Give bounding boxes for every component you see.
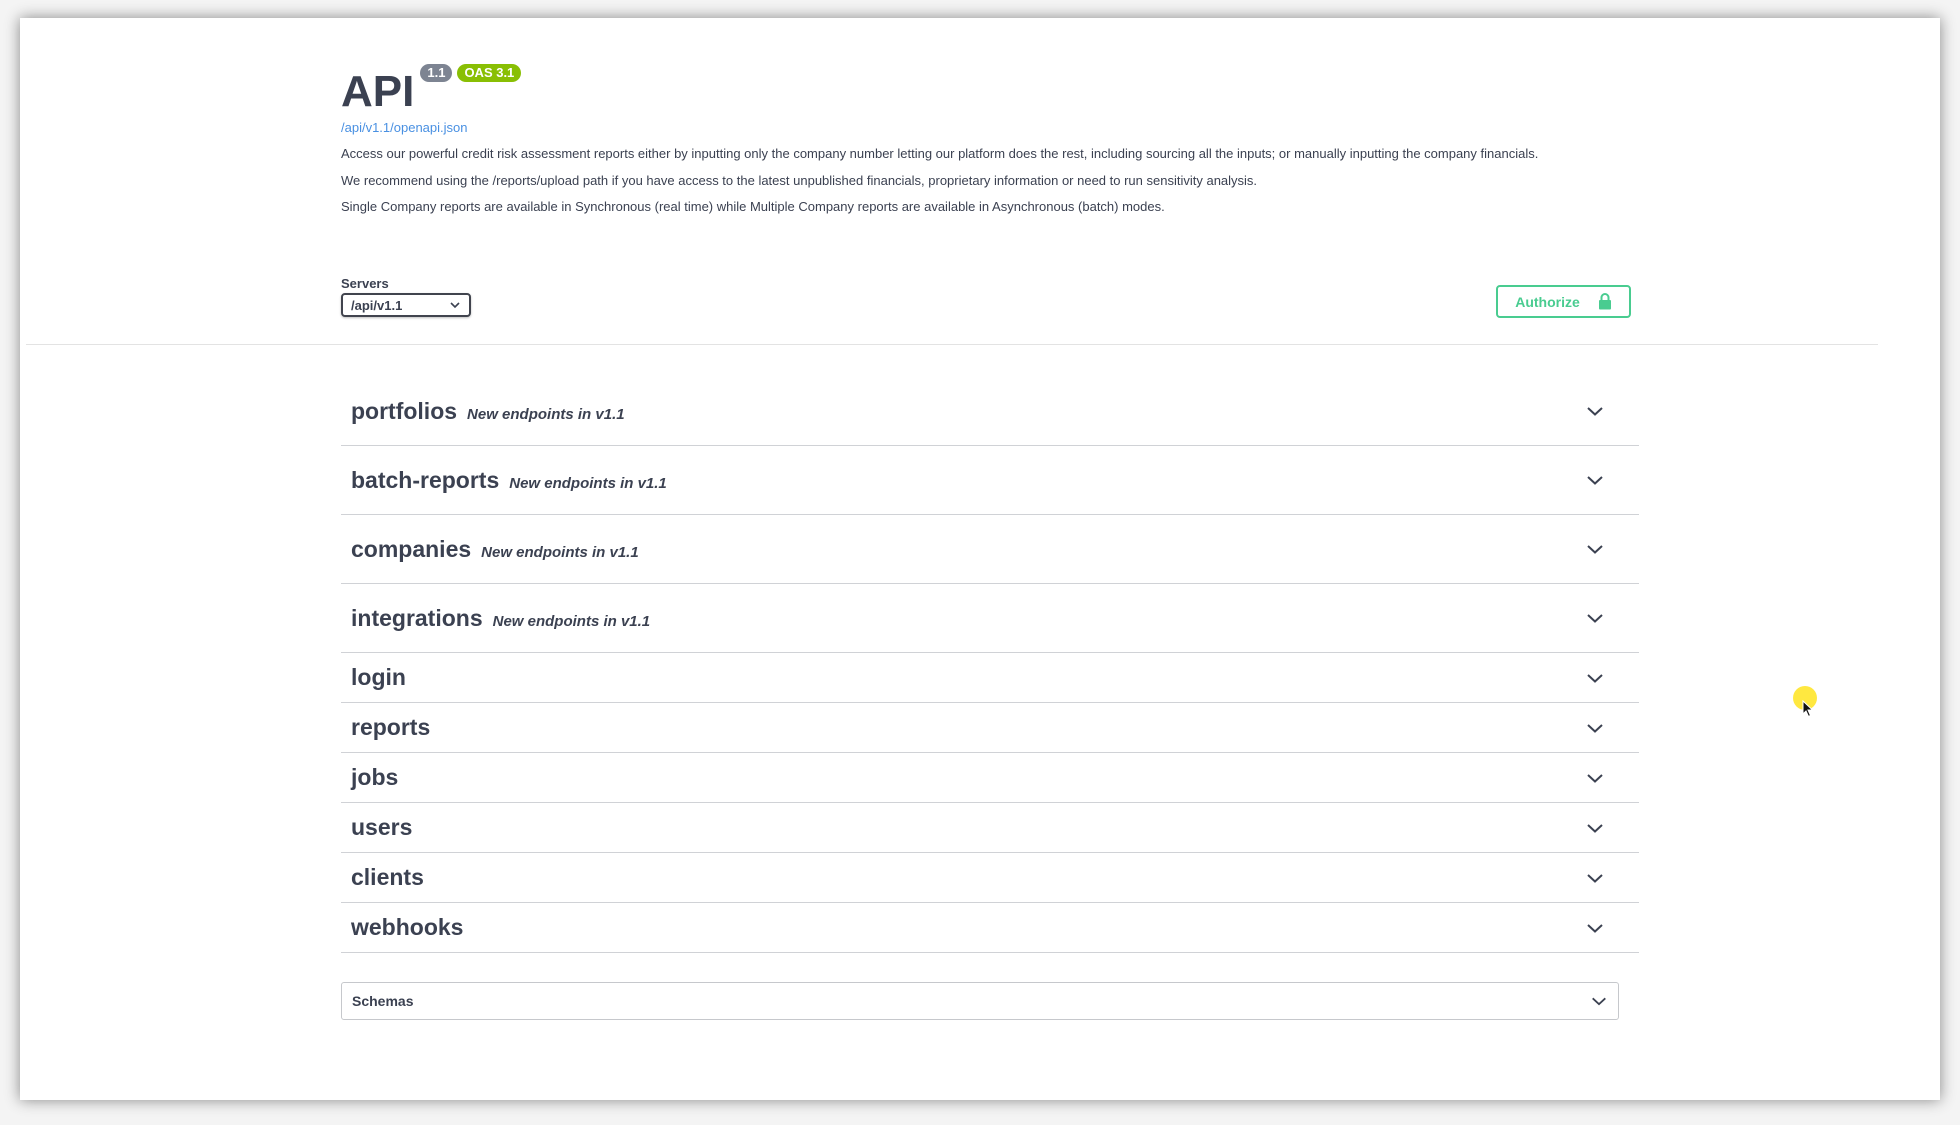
schemas-section[interactable]: Schemas — [341, 982, 1619, 1020]
tag-name: companies — [351, 535, 472, 562]
api-info: API 1.1 OAS 3.1 /api/v1.1/openapi.json A… — [341, 58, 1639, 221]
description-line: Single Company reports are available in … — [341, 199, 1165, 214]
description-line: Access our powerful credit risk assessme… — [341, 146, 1539, 161]
chevron-down-icon[interactable] — [1585, 470, 1605, 490]
authorize-label: Authorize — [1515, 293, 1580, 310]
chevron-down-icon[interactable] — [1585, 818, 1605, 838]
tag-section[interactable]: integrations New endpoints in v1.1 — [341, 584, 1639, 653]
authorize-button[interactable]: Authorize — [1496, 285, 1631, 318]
tag-section[interactable]: login — [341, 653, 1639, 703]
chevron-down-icon — [450, 302, 460, 309]
tag-name: integrations — [351, 604, 483, 631]
tag-name: login — [351, 664, 406, 690]
tag-name: users — [351, 814, 413, 840]
servers-selected-value: /api/v1.1 — [351, 297, 403, 313]
tag-description: New endpoints in v1.1 — [467, 405, 625, 423]
tag-list: portfolios New endpoints in v1.1 batch-r… — [341, 377, 1639, 953]
scheme-container: Servers /api/v1.1 Authorize — [341, 276, 1639, 318]
tag-description: New endpoints in v1.1 — [509, 474, 667, 492]
servers-select[interactable]: /api/v1.1 — [341, 293, 471, 317]
chevron-down-icon[interactable] — [1585, 718, 1605, 738]
servers-label: Servers — [341, 276, 389, 291]
tag-section[interactable]: clients — [341, 853, 1639, 903]
tag-name: reports — [351, 714, 431, 740]
tag-name: batch-reports — [351, 466, 500, 493]
chevron-down-icon[interactable] — [1590, 992, 1608, 1010]
oas-badge: OAS 3.1 — [457, 64, 522, 82]
spec-link[interactable]: /api/v1.1/openapi.json — [341, 120, 1639, 135]
chevron-down-icon[interactable] — [1585, 918, 1605, 938]
tag-name: webhooks — [351, 914, 464, 940]
tag-name: jobs — [351, 764, 399, 790]
chevron-down-icon[interactable] — [1585, 768, 1605, 788]
tag-description: New endpoints in v1.1 — [481, 543, 639, 561]
tag-section[interactable]: batch-reports New endpoints in v1.1 — [341, 446, 1639, 515]
chevron-down-icon[interactable] — [1585, 539, 1605, 559]
tag-section[interactable]: portfolios New endpoints in v1.1 — [341, 377, 1639, 446]
tag-name: portfolios — [351, 397, 458, 424]
description: Access our powerful credit risk assessme… — [341, 141, 1639, 221]
tag-section[interactable]: reports — [341, 703, 1639, 753]
header-divider — [26, 344, 1878, 345]
tag-section[interactable]: jobs — [341, 753, 1639, 803]
description-line: We recommend using the /reports/upload p… — [341, 172, 1258, 188]
chevron-down-icon[interactable] — [1585, 868, 1605, 888]
mouse-pointer-icon — [1802, 700, 1814, 718]
chevron-down-icon[interactable] — [1585, 401, 1605, 421]
version-badge: 1.1 — [420, 64, 453, 82]
page-title: API — [341, 67, 415, 116]
tag-description: New endpoints in v1.1 — [492, 612, 651, 630]
chevron-down-icon[interactable] — [1585, 608, 1605, 628]
browser-window: API 1.1 OAS 3.1 /api/v1.1/openapi.json A… — [20, 18, 1940, 1100]
tag-section[interactable]: webhooks — [341, 903, 1639, 953]
tag-name: clients — [351, 864, 424, 890]
tag-section[interactable]: companies New endpoints in v1.1 — [341, 515, 1639, 584]
schemas-label: Schemas — [352, 993, 414, 1009]
tag-section[interactable]: users — [341, 803, 1639, 853]
chevron-down-icon[interactable] — [1585, 668, 1605, 688]
title-row: API 1.1 OAS 3.1 — [341, 58, 1639, 114]
servers-section: Servers /api/v1.1 — [341, 276, 471, 318]
lock-icon — [1598, 293, 1611, 310]
